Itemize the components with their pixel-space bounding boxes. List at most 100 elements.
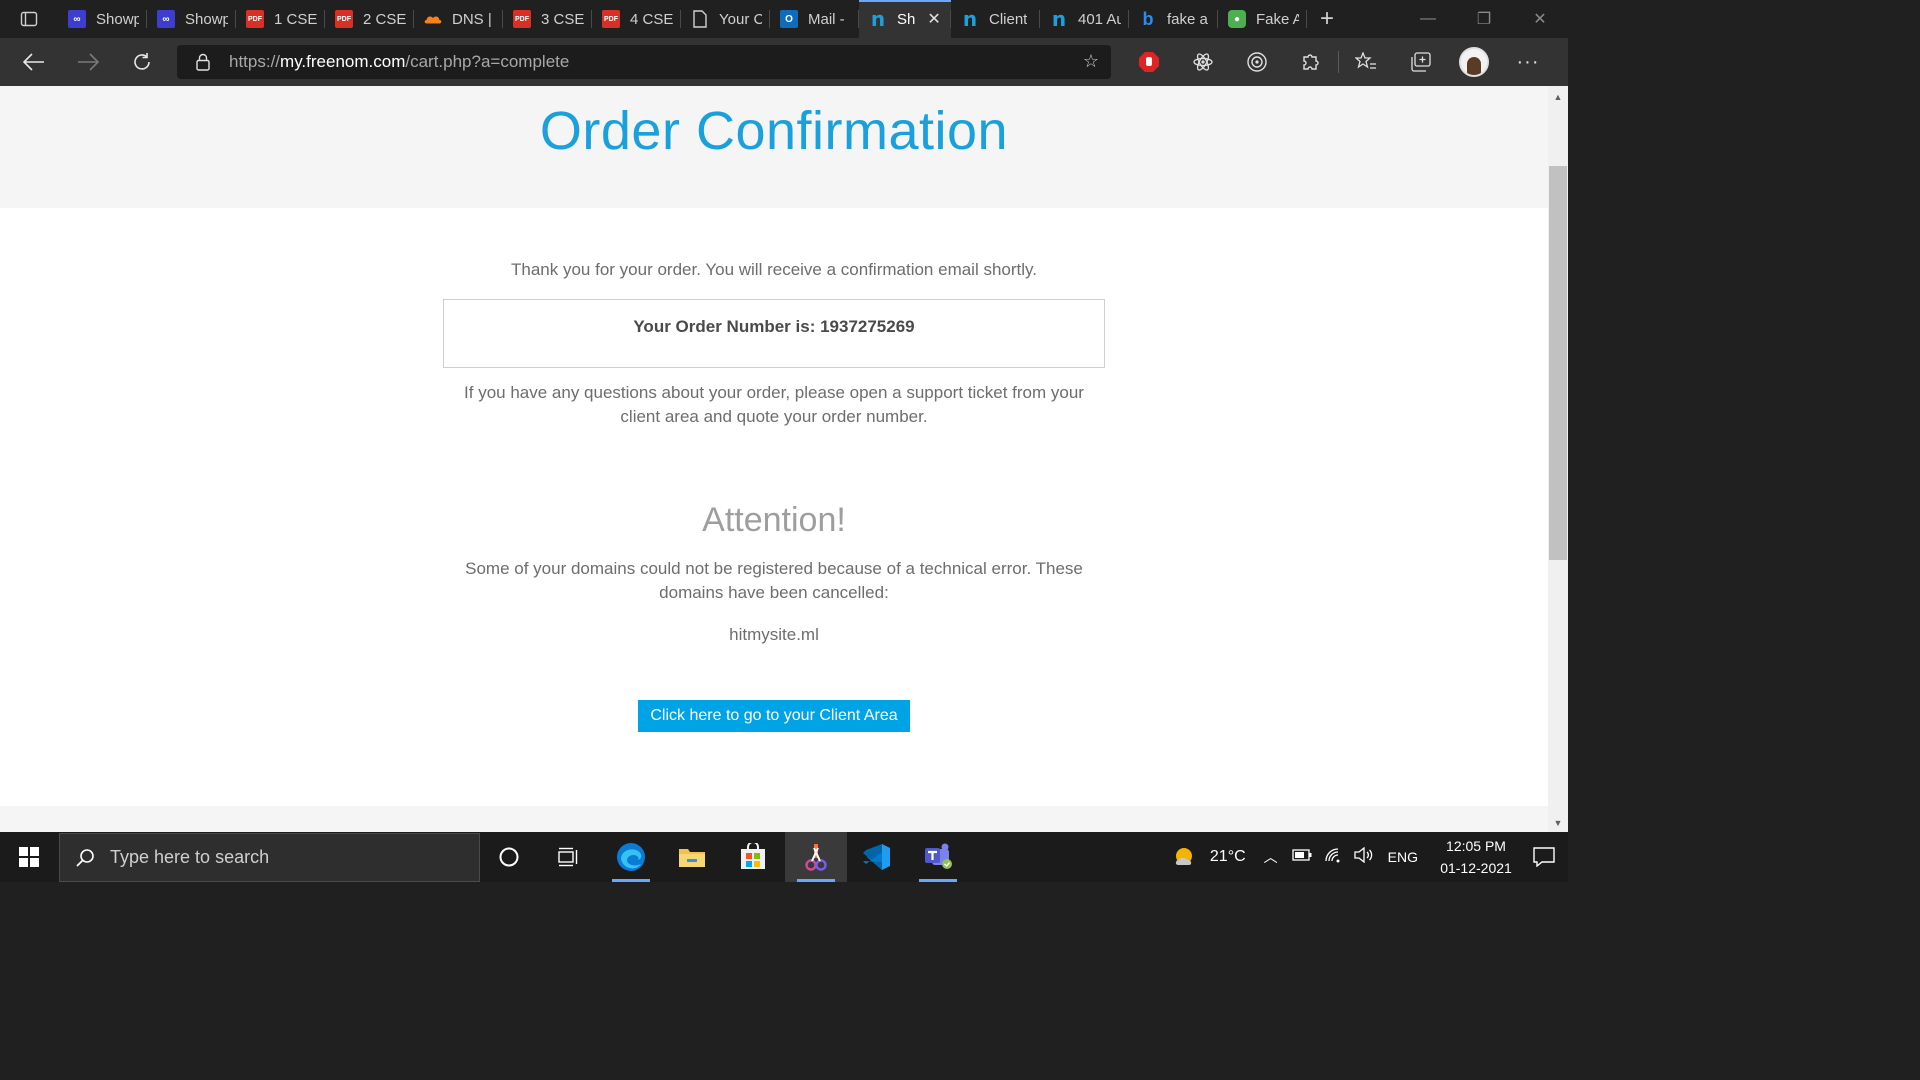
vscode-button[interactable]	[845, 832, 907, 882]
address-bar[interactable]: https://my.freenom.com/cart.php?a=comple…	[177, 45, 1111, 79]
infinity-icon: ∞	[157, 10, 175, 28]
lock-icon[interactable]	[177, 53, 229, 71]
vertical-scrollbar[interactable]: ▲ ▼	[1548, 86, 1568, 832]
tab-title: 401 Au	[1078, 10, 1121, 28]
close-tab-icon[interactable]: ✕	[927, 9, 940, 29]
tab-actions-button[interactable]	[0, 0, 58, 38]
atom-icon	[1193, 53, 1213, 71]
clock[interactable]: 12:05 PM 01-12-2021	[1432, 835, 1520, 879]
url-prefix: https://	[229, 52, 281, 71]
favorites-button[interactable]	[1339, 38, 1393, 86]
clock-time: 12:05 PM	[1446, 838, 1506, 854]
adblock-extension-button[interactable]	[1122, 38, 1176, 86]
edge-taskbar-button[interactable]	[600, 832, 662, 882]
tab-title: Sh	[897, 10, 916, 28]
volume-icon[interactable]	[1354, 846, 1374, 868]
tab-title: DNS |	[452, 10, 492, 28]
react-devtools-button[interactable]	[1176, 38, 1230, 86]
support-message: If you have any questions about your ord…	[464, 383, 1084, 426]
pdf-icon: PDF	[335, 10, 353, 28]
notification-center-button[interactable]	[1520, 832, 1568, 882]
tab-actions-icon	[20, 11, 38, 27]
settings-menu-button[interactable]: ···	[1501, 38, 1555, 86]
tab-freenom-401[interactable]: n 401 Au	[1040, 0, 1129, 38]
extensions-button[interactable]	[1284, 38, 1338, 86]
tab-pdf-2[interactable]: PDF 2 CSE-	[325, 0, 414, 38]
scissors-icon	[805, 844, 827, 871]
freenom-icon: n	[1051, 7, 1067, 31]
tab-list: ∞ Showp ∞ Showp PDF 1 CSE- PDF 2 CSE- DN…	[58, 0, 1307, 38]
cortana-button[interactable]	[478, 832, 540, 882]
tab-title: Showp	[96, 10, 139, 28]
cancelled-domain: hitmysite.ml	[729, 625, 819, 644]
chevron-up-icon[interactable]: ︿	[1264, 847, 1278, 867]
tab-pdf-3[interactable]: PDF 3 CSE-	[503, 0, 592, 38]
refresh-icon	[134, 53, 150, 70]
tab-pdf-1[interactable]: PDF 1 CSE-	[236, 0, 325, 38]
language-indicator[interactable]: ENG	[1388, 849, 1418, 865]
tab-fake-address[interactable]: ● Fake A	[1218, 0, 1307, 38]
page-icon	[691, 10, 709, 28]
restore-button[interactable]: ❐	[1456, 0, 1512, 38]
cancelled-domains-message: Some of your domains could not be regist…	[465, 559, 1083, 602]
add-favorite-icon[interactable]: ☆	[1083, 51, 1099, 72]
tab-showpad-1[interactable]: ∞ Showp	[58, 0, 147, 38]
taskbar-search-box[interactable]: Type here to search	[59, 833, 480, 882]
tab-title: 1 CSE-	[274, 10, 317, 28]
tab-your-c[interactable]: Your C	[681, 0, 770, 38]
scroll-down-arrow-icon[interactable]: ▼	[1548, 814, 1568, 832]
attention-heading: Attention!	[702, 501, 846, 539]
windows-taskbar: Type here to search 21°C ︿ ENG 12:05 PM …	[0, 832, 1568, 882]
collections-button[interactable]	[1393, 38, 1447, 86]
order-number-box: Your Order Number is: 1937275269	[443, 299, 1105, 368]
thank-you-message: Thank you for your order. You will recei…	[511, 260, 1037, 279]
start-button[interactable]	[0, 832, 58, 882]
scrollbar-thumb[interactable]	[1549, 166, 1567, 560]
tab-title: 4 CSE-	[630, 10, 673, 28]
partly-sunny-icon	[1175, 848, 1192, 865]
file-explorer-button[interactable]	[661, 832, 723, 882]
close-window-button[interactable]: ✕	[1512, 0, 1568, 38]
browser-tab-strip: ∞ Showp ∞ Showp PDF 1 CSE- PDF 2 CSE- DN…	[0, 0, 1568, 38]
tab-pdf-4[interactable]: PDF 4 CSE-	[592, 0, 681, 38]
tab-freenom-active[interactable]: n Sh ✕	[859, 0, 951, 38]
clock-date: 01-12-2021	[1440, 860, 1512, 876]
new-tab-button[interactable]: +	[1307, 0, 1347, 38]
wifi-icon[interactable]	[1324, 847, 1344, 868]
freenom-icon: n	[870, 7, 886, 31]
tab-cloudflare-dns[interactable]: DNS |	[414, 0, 503, 38]
battery-icon[interactable]	[1292, 848, 1312, 866]
weather-widget[interactable]: 21°C	[1172, 845, 1246, 869]
teams-button[interactable]	[907, 832, 969, 882]
cortana-circle-icon	[499, 847, 519, 867]
profile-button[interactable]	[1447, 38, 1501, 86]
minimize-button[interactable]: —	[1400, 0, 1456, 38]
client-area-button[interactable]: Click here to go to your Client Area	[638, 700, 910, 732]
forward-arrow-icon	[78, 53, 99, 71]
tab-outlook-mail[interactable]: O Mail -	[770, 0, 859, 38]
map-pin-icon: ●	[1228, 10, 1246, 28]
refresh-button[interactable]	[115, 38, 169, 86]
task-view-button[interactable]	[537, 832, 599, 882]
tab-showpad-2[interactable]: ∞ Showp	[147, 0, 236, 38]
more-dots-icon: ···	[1516, 50, 1540, 73]
freenom-icon: n	[962, 7, 978, 31]
back-button[interactable]	[7, 38, 61, 86]
teams-icon	[925, 843, 952, 869]
browser-toolbar: https://my.freenom.com/cart.php?a=comple…	[0, 38, 1568, 86]
tab-bing-fake[interactable]: b fake a	[1129, 0, 1218, 38]
page-viewport: Order Confirmation Thank you for your or…	[0, 86, 1548, 832]
tab-freenom-client[interactable]: n Client	[951, 0, 1040, 38]
forward-button[interactable]	[61, 38, 115, 86]
scroll-up-arrow-icon[interactable]: ▲	[1548, 88, 1568, 106]
target-icon	[1247, 52, 1267, 72]
tab-title: fake a	[1167, 10, 1208, 28]
temperature: 21°C	[1209, 848, 1246, 865]
bing-icon: b	[1142, 8, 1154, 29]
target-extension-button[interactable]	[1230, 38, 1284, 86]
folder-icon	[679, 849, 705, 867]
snipping-tool-button[interactable]	[785, 832, 847, 882]
store-button[interactable]	[722, 832, 784, 882]
pdf-icon: PDF	[602, 10, 620, 28]
cloudflare-icon	[424, 10, 442, 28]
